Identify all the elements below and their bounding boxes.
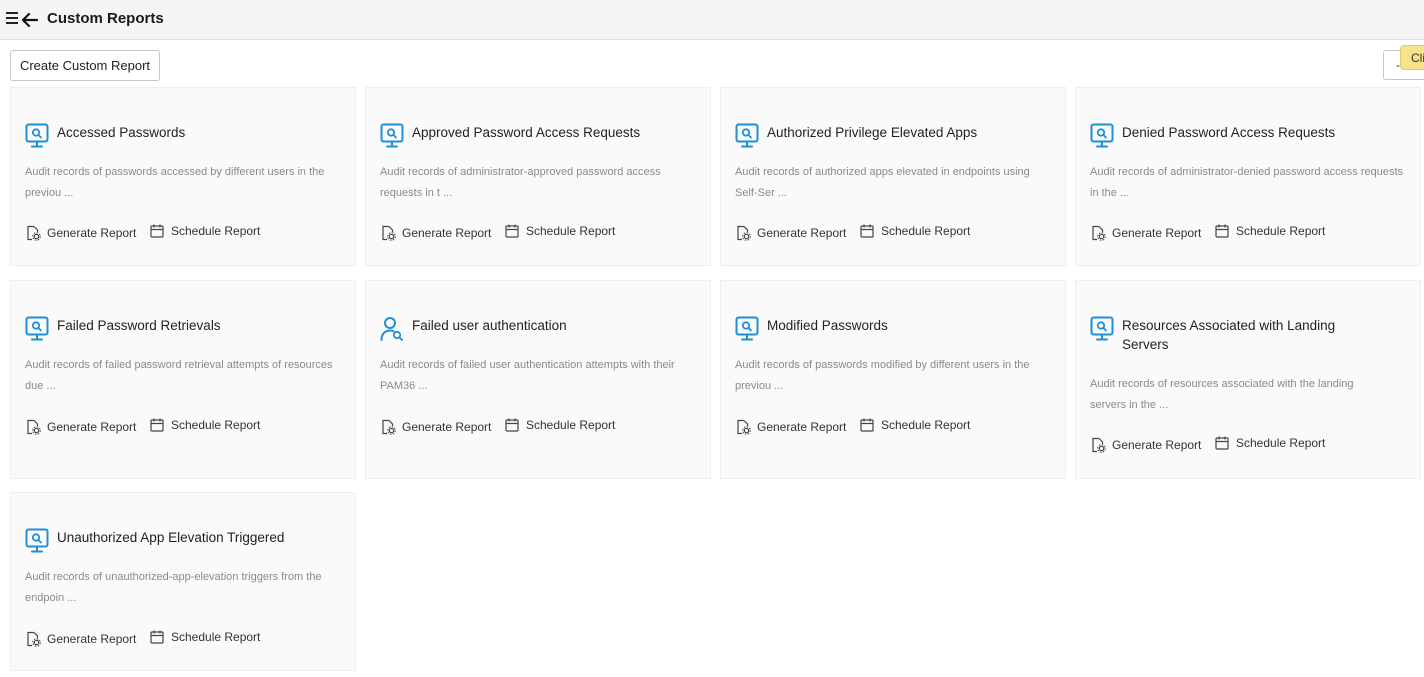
schedule-report-button[interactable]: Schedule Report — [859, 416, 970, 434]
schedule-report-label: Schedule Report — [526, 224, 616, 238]
arrow-left-icon[interactable] — [20, 10, 40, 30]
report-card-description: Audit records of failed user authenticat… — [380, 359, 675, 392]
generate-report-label: Generate Report — [47, 632, 137, 646]
generate-report-icon — [737, 419, 751, 435]
monitor-search-icon — [735, 316, 759, 341]
schedule-report-label: Schedule Report — [171, 630, 261, 644]
calendar-icon — [150, 224, 164, 238]
monitor-search-icon — [380, 123, 404, 148]
monitor-search-icon — [25, 528, 49, 553]
generate-report-icon — [27, 419, 41, 435]
report-card-title[interactable]: Resources Associated with Landing Server… — [1122, 316, 1362, 354]
schedule-report-button[interactable]: Schedule Report — [1214, 222, 1325, 240]
report-card-description: Audit records of passwords accessed by d… — [25, 166, 325, 199]
monitor-search-icon — [1090, 123, 1114, 148]
generate-report-button[interactable]: Generate Report — [25, 224, 136, 242]
calendar-icon — [1215, 224, 1229, 238]
report-card-description: Audit records of resources associated wi… — [1090, 378, 1354, 411]
calendar-icon — [860, 224, 874, 238]
calendar-icon — [1215, 436, 1229, 450]
report-card-title[interactable]: Denied Password Access Requests — [1122, 123, 1392, 142]
schedule-report-button[interactable]: Schedule Report — [859, 222, 970, 240]
generate-report-label: Generate Report — [402, 420, 492, 434]
generate-report-button[interactable]: Generate Report — [25, 418, 136, 436]
schedule-report-button[interactable]: Schedule Report — [149, 416, 260, 434]
schedule-report-label: Schedule Report — [1236, 436, 1326, 450]
report-card-title[interactable]: Approved Password Access Requests — [412, 123, 682, 142]
generate-report-icon — [382, 225, 396, 241]
schedule-report-label: Schedule Report — [881, 224, 971, 238]
calendar-icon — [150, 418, 164, 432]
top-bar: Custom Reports — [0, 0, 1424, 40]
monitor-search-icon — [25, 316, 49, 341]
report-card-description: Audit records of passwords modified by d… — [735, 359, 1030, 392]
generate-report-button[interactable]: Generate Report — [1090, 224, 1201, 242]
generate-report-label: Generate Report — [757, 226, 847, 240]
report-card-title[interactable]: Modified Passwords — [767, 316, 1037, 335]
calendar-icon — [505, 224, 519, 238]
generate-report-icon — [737, 225, 751, 241]
report-card-title[interactable]: Unauthorized App Elevation Triggered — [57, 528, 327, 547]
schedule-report-button[interactable]: Schedule Report — [504, 416, 615, 434]
schedule-report-label: Schedule Report — [1236, 224, 1326, 238]
report-card-resources-associated-with-landing-servers[interactable]: Resources Associated with Landing Server… — [1075, 280, 1421, 479]
generate-report-label: Generate Report — [47, 226, 137, 240]
report-card-denied-password-access-requests[interactable]: Denied Password Access Requests Audit re… — [1075, 87, 1421, 266]
report-card-approved-password-access-requests[interactable]: Approved Password Access Requests Audit … — [365, 87, 711, 266]
generate-report-label: Generate Report — [47, 420, 137, 434]
calendar-icon — [860, 418, 874, 432]
generate-report-button[interactable]: Generate Report — [25, 630, 136, 648]
generate-report-label: Generate Report — [1112, 438, 1202, 452]
generate-report-icon — [1092, 225, 1106, 241]
report-card-title[interactable]: Accessed Passwords — [57, 123, 327, 142]
generate-report-button[interactable]: Generate Report — [1090, 436, 1201, 454]
schedule-report-button[interactable]: Schedule Report — [1214, 434, 1325, 452]
generate-report-button[interactable]: Generate Report — [380, 418, 491, 436]
generate-report-label: Generate Report — [402, 226, 492, 240]
user-search-icon — [380, 317, 403, 341]
page-title: Custom Reports — [47, 10, 164, 27]
calendar-icon — [505, 418, 519, 432]
report-card-title[interactable]: Failed user authentication — [412, 316, 682, 335]
report-card-failed-user-authentication[interactable]: Failed user authentication Audit records… — [365, 280, 711, 479]
report-card-modified-passwords[interactable]: Modified Passwords Audit records of pass… — [720, 280, 1066, 479]
generate-report-button[interactable]: Generate Report — [735, 418, 846, 436]
report-card-title[interactable]: Authorized Privilege Elevated Apps — [767, 123, 1037, 142]
report-card-authorized-privilege-elevated-apps[interactable]: Authorized Privilege Elevated Apps Audit… — [720, 87, 1066, 266]
generate-report-icon — [27, 225, 41, 241]
report-card-title[interactable]: Failed Password Retrievals — [57, 316, 327, 335]
monitor-search-icon — [25, 123, 49, 148]
generate-report-label: Generate Report — [1112, 226, 1202, 240]
schedule-report-label: Schedule Report — [526, 418, 616, 432]
schedule-report-label: Schedule Report — [881, 418, 971, 432]
report-card-description: Audit records of unauthorized-app-elevat… — [25, 571, 322, 604]
generate-report-icon — [1092, 437, 1106, 453]
monitor-search-icon — [735, 123, 759, 148]
report-card-description: Audit records of authorized apps elevate… — [735, 166, 1030, 199]
report-card-description: Audit records of administrator-denied pa… — [1090, 166, 1404, 199]
schedule-report-label: Schedule Report — [171, 224, 261, 238]
report-card-description: Audit records of failed password retriev… — [25, 359, 333, 392]
schedule-report-label: Schedule Report — [171, 418, 261, 432]
hamburger-menu-icon[interactable] — [6, 11, 18, 27]
generate-report-button[interactable]: Generate Report — [735, 224, 846, 242]
report-card-accessed-passwords[interactable]: Accessed Passwords Audit records of pass… — [10, 87, 356, 266]
create-custom-report-button[interactable]: Create Custom Report — [10, 50, 160, 81]
report-card-failed-password-retrievals[interactable]: Failed Password Retrievals Audit records… — [10, 280, 356, 479]
monitor-search-icon — [1090, 316, 1114, 341]
schedule-report-button[interactable]: Schedule Report — [504, 222, 615, 240]
generate-report-label: Generate Report — [757, 420, 847, 434]
tooltip-chip[interactable]: Cli — [1400, 45, 1424, 70]
schedule-report-button[interactable]: Schedule Report — [149, 628, 260, 646]
report-card-unauthorized-app-elevation-triggered[interactable]: Unauthorized App Elevation Triggered Aud… — [10, 492, 356, 671]
report-card-description: Audit records of administrator-approved … — [380, 166, 661, 199]
schedule-report-button[interactable]: Schedule Report — [149, 222, 260, 240]
calendar-icon — [150, 630, 164, 644]
generate-report-button[interactable]: Generate Report — [380, 224, 491, 242]
generate-report-icon — [27, 631, 41, 647]
generate-report-icon — [382, 419, 396, 435]
